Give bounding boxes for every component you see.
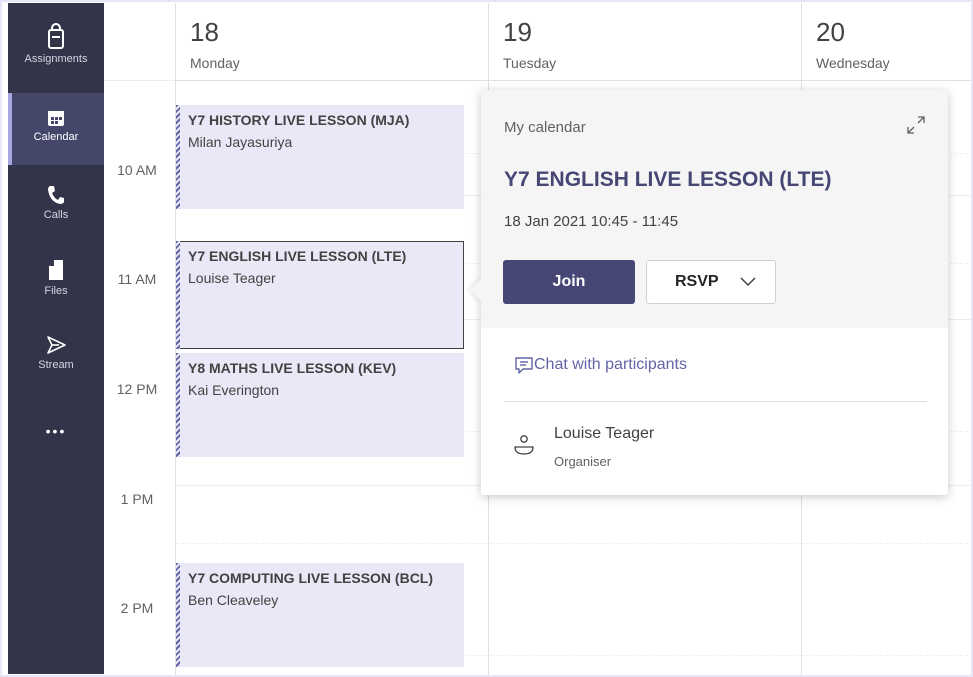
day-number: 19: [503, 17, 532, 47]
day-name: Monday: [190, 55, 240, 71]
grid-half-line: [176, 543, 971, 544]
organiser-name: Louise Teager: [554, 425, 655, 442]
event-title: Y7 ENGLISH LIVE LESSON (LTE): [504, 168, 832, 191]
rail-label-assignments: Assignments: [24, 53, 88, 65]
event-details-popup: My calendar Y7 ENGLISH LIVE LESSON (LTE)…: [469, 90, 948, 495]
rail-item-calendar[interactable]: Calendar: [8, 93, 104, 165]
calendar-event[interactable]: Y8 MATHS LIVE LESSON (KEV) Kai Everingto…: [176, 353, 464, 457]
rail-item-stream[interactable]: Stream: [8, 321, 104, 393]
calendar-event-selected[interactable]: Y7 ENGLISH LIVE LESSON (LTE) Louise Teag…: [176, 241, 464, 349]
calendar-event[interactable]: Y7 HISTORY LIVE LESSON (MJA) Milan Jayas…: [176, 105, 464, 209]
organiser-role: Organiser: [554, 454, 612, 469]
app-rail: Assignments Calendar Calls Files Stream …: [8, 3, 104, 674]
rail-label-calendar: Calendar: [33, 131, 79, 143]
event-organiser: Milan Jayasuriya: [188, 134, 293, 150]
event-organiser: Kai Everington: [188, 382, 280, 398]
rail-label-stream: Stream: [38, 359, 74, 371]
teams-window: Assignments Calendar Calls Files Stream …: [2, 2, 971, 675]
calendar-event[interactable]: Y7 COMPUTING LIVE LESSON (BCL) Ben Cleav…: [176, 563, 464, 667]
file-icon: [8, 259, 104, 281]
rail-item-assignments[interactable]: Assignments: [8, 23, 104, 95]
event-title: Y7 ENGLISH LIVE LESSON (LTE): [188, 248, 407, 264]
person-icon: [513, 433, 535, 462]
rail-label-files: Files: [44, 285, 68, 297]
phone-icon: [8, 185, 104, 205]
rsvp-dropdown[interactable]: RSVP: [646, 260, 776, 304]
time-label: 10 AM: [117, 162, 157, 178]
stream-icon: [8, 335, 104, 355]
event-organiser: Louise Teager: [188, 270, 276, 286]
day-name: Wednesday: [816, 55, 890, 71]
more-dots-icon: •••: [45, 423, 67, 439]
rail-item-calls[interactable]: Calls: [8, 169, 104, 241]
rsvp-label: RSVP: [675, 273, 719, 290]
day-number: 20: [816, 17, 845, 47]
day-number: 18: [190, 17, 219, 47]
calendar-name: My calendar: [504, 119, 586, 136]
rail-item-files[interactable]: Files: [8, 245, 104, 317]
event-title: Y8 MATHS LIVE LESSON (KEV): [188, 360, 397, 376]
event-title: Y7 HISTORY LIVE LESSON (MJA): [188, 112, 410, 128]
expand-icon[interactable]: [906, 115, 926, 140]
day-header-tuesday[interactable]: 19 Tuesday: [489, 3, 801, 81]
event-datetime: 18 Jan 2021 10:45 - 11:45: [504, 213, 679, 230]
join-button[interactable]: Join: [503, 260, 635, 304]
divider: [504, 401, 927, 402]
rail-label-calls: Calls: [43, 209, 69, 221]
assignments-icon: [8, 23, 104, 49]
time-label: 12 PM: [116, 381, 158, 397]
chevron-down-icon: [740, 277, 756, 287]
day-name: Tuesday: [503, 55, 557, 71]
more-apps-button[interactable]: •••: [8, 423, 104, 451]
chat-with-participants-link[interactable]: Chat with participants: [534, 356, 687, 374]
day-header-monday[interactable]: 18 Monday: [176, 3, 488, 81]
time-label: 2 PM: [120, 600, 154, 616]
event-title: Y7 COMPUTING LIVE LESSON (BCL): [188, 570, 434, 586]
calendar-icon: [8, 109, 104, 127]
day-header-wednesday[interactable]: 20 Wednesday: [802, 3, 971, 81]
time-label: 11 AM: [117, 271, 157, 287]
event-organiser: Ben Cleaveley: [188, 592, 279, 608]
time-label: 1 PM: [120, 491, 154, 507]
